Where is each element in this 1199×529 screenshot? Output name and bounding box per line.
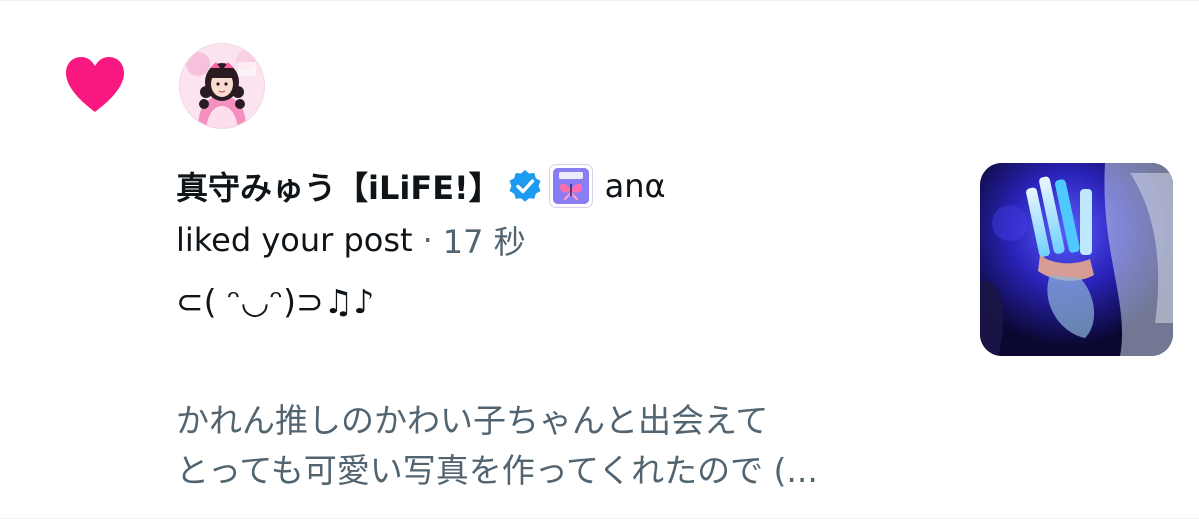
notification-action-row: liked your post · 17 秒 [176,217,526,263]
top-divider [0,0,1199,1]
user-display-name[interactable]: 真守みゅう【iLiFE!】 [176,163,501,209]
heart-icon [62,54,128,114]
post-text-line: かれん推しのかわい子ちゃんと出会えて [176,401,769,440]
post-media-thumbnail[interactable] [980,163,1173,356]
timestamp: 17 秒 [442,223,526,261]
user-name-row[interactable]: 真守みゅう【iLiFE!】 anα [176,160,666,212]
user-display-name-continued: anα [604,167,666,205]
bottom-divider [0,518,1199,519]
post-text-line: とっても可愛い写真を作ってくれたので (... [176,451,818,490]
like-notification[interactable]: 真守みゅう【iLiFE!】 anα liked your post · 17 秒… [0,0,1199,529]
action-text: liked your post [176,221,413,259]
post-text[interactable]: かれん推しのかわい子ちゃんと出会えて とっても可愛い写真を作ってくれたので (.… [176,396,936,496]
verified-badge-icon [507,168,543,204]
avatar[interactable] [179,43,265,129]
post-kaomoji: ⊂( ᵔ◡ᵔ)⊃♫♪ [176,282,375,321]
affiliate-badge-icon[interactable] [548,164,593,208]
dot-separator: · [422,221,433,259]
